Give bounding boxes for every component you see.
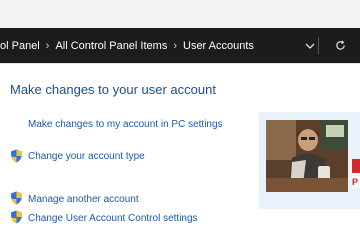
uac-shield-icon	[11, 210, 22, 224]
breadcrumb-user-accounts[interactable]: User Accounts	[183, 40, 254, 52]
breadcrumb-control-panel[interactable]: ol Panel	[0, 40, 40, 52]
uac-shield-icon	[11, 191, 22, 205]
chevron-down-icon[interactable]	[300, 28, 320, 63]
change-account-type-link[interactable]: Change your account type	[28, 151, 145, 162]
address-bar[interactable]: ol Panel › All Control Panel Items › Use…	[0, 28, 360, 63]
refresh-icon[interactable]	[330, 28, 350, 63]
uac-settings-link[interactable]: Change User Account Control settings	[28, 213, 198, 224]
pc-settings-link[interactable]: Make changes to my account in PC setting…	[28, 119, 223, 130]
window-titlebar	[0, 0, 360, 28]
badge-text-partial: P	[352, 176, 360, 188]
manage-another-account-link[interactable]: Manage another account	[28, 194, 139, 205]
address-bar-divider	[318, 37, 319, 54]
breadcrumb-all-items[interactable]: All Control Panel Items	[55, 40, 167, 52]
header-divider	[0, 63, 360, 64]
breadcrumb-separator-icon: ›	[173, 39, 177, 52]
page-title: Make changes to your user account	[10, 82, 216, 97]
breadcrumb-separator-icon: ›	[45, 39, 50, 52]
badge-red-partial	[352, 159, 360, 173]
account-picture[interactable]	[266, 120, 348, 192]
account-photo-image	[266, 120, 348, 192]
uac-shield-icon	[11, 149, 22, 163]
breadcrumb: ol Panel › All Control Panel Items › Use…	[0, 28, 254, 63]
